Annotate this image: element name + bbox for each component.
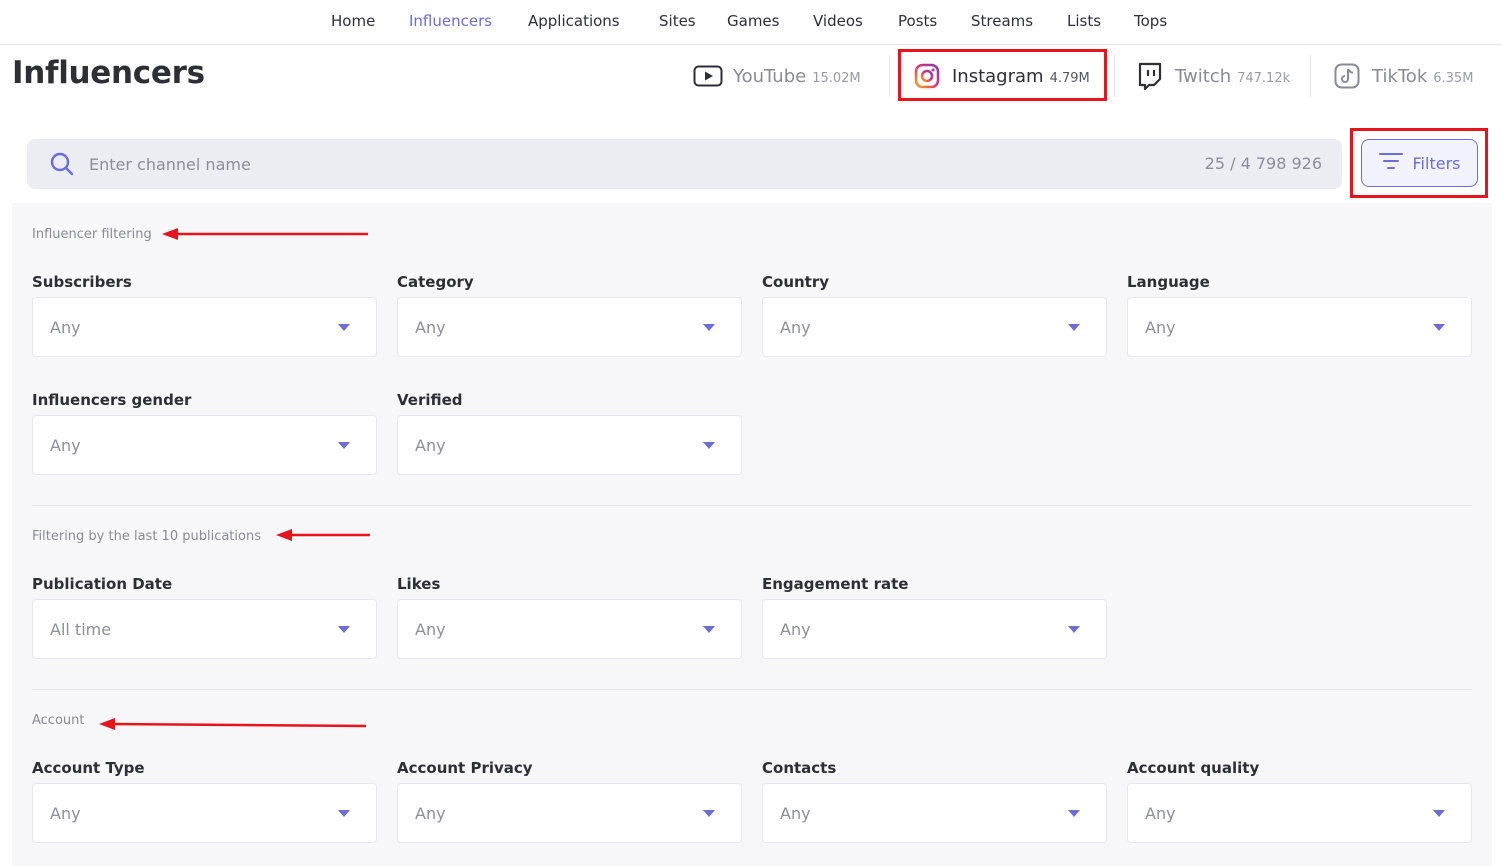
- likes-select[interactable]: Any: [397, 599, 742, 659]
- youtube-icon: [693, 61, 723, 91]
- nav-item-streams[interactable]: Streams: [971, 12, 1033, 30]
- select-value: Any: [415, 318, 446, 337]
- platform-divider: [889, 55, 890, 97]
- language-select[interactable]: Any: [1127, 297, 1472, 357]
- select-value: Any: [1145, 318, 1176, 337]
- nav-item-posts[interactable]: Posts: [898, 12, 937, 30]
- filter-lines-icon: [1378, 152, 1403, 174]
- dropdown-caret-icon: [1068, 810, 1080, 817]
- nav-item-tops[interactable]: Tops: [1134, 12, 1167, 30]
- dropdown-caret-icon: [703, 324, 715, 331]
- select-value: Any: [50, 804, 81, 823]
- select-value: Any: [50, 318, 81, 337]
- channel-search-input[interactable]: [89, 149, 1149, 179]
- nav-item-sites[interactable]: Sites: [659, 12, 696, 30]
- dropdown-caret-icon: [703, 442, 715, 449]
- section-label-publications: Filtering by the last 10 publications: [32, 529, 261, 544]
- platform-divider: [1310, 55, 1311, 97]
- section-label-account: Account: [32, 713, 85, 728]
- engagement-rate-label: Engagement rate: [762, 575, 909, 593]
- platform-divider: [1114, 55, 1115, 97]
- dropdown-caret-icon: [1433, 324, 1445, 331]
- platform-count: 4.79M: [1049, 70, 1090, 86]
- nav-item-home[interactable]: Home: [331, 12, 375, 30]
- gender-label: Influencers gender: [32, 391, 192, 409]
- country-label: Country: [762, 273, 830, 291]
- platform-name: YouTube: [733, 65, 807, 87]
- dropdown-caret-icon: [338, 324, 350, 331]
- dropdown-caret-icon: [338, 626, 350, 633]
- platform-tab-tiktok[interactable]: TikTok 6.35M: [1332, 58, 1473, 94]
- select-value: Any: [415, 436, 446, 455]
- section-divider: [32, 505, 1472, 506]
- dropdown-caret-icon: [703, 626, 715, 633]
- account-privacy-select[interactable]: Any: [397, 783, 742, 843]
- section-label-influencer-filtering: Influencer filtering: [32, 227, 152, 242]
- account-privacy-label: Account Privacy: [397, 759, 533, 777]
- dropdown-caret-icon: [1068, 324, 1080, 331]
- platform-tab-twitch[interactable]: Twitch 747.12k: [1135, 58, 1290, 94]
- engagement-rate-select[interactable]: Any: [762, 599, 1107, 659]
- filters-button[interactable]: Filters: [1361, 139, 1478, 187]
- contacts-label: Contacts: [762, 759, 837, 777]
- account-quality-label: Account quality: [1127, 759, 1260, 777]
- select-value: Any: [1145, 804, 1176, 823]
- filter-panel: 25 / 4 798 926 Filters Influencer filter…: [12, 124, 1492, 866]
- nav-item-games[interactable]: Games: [727, 12, 779, 30]
- category-label: Category: [397, 273, 474, 291]
- select-value: Any: [780, 804, 811, 823]
- page-title: Influencers: [12, 55, 205, 91]
- likes-label: Likes: [397, 575, 441, 593]
- tiktok-icon: [1332, 61, 1362, 91]
- verified-select[interactable]: Any: [397, 415, 742, 475]
- country-select[interactable]: Any: [762, 297, 1107, 357]
- select-value: Any: [415, 620, 446, 639]
- search-bar-strip: 25 / 4 798 926 Filters: [12, 124, 1492, 203]
- account-type-select[interactable]: Any: [32, 783, 377, 843]
- search-box: 25 / 4 798 926: [27, 139, 1342, 189]
- select-value: Any: [780, 620, 811, 639]
- top-navigation: Home Influencers Applications Sites Game…: [0, 0, 1502, 45]
- nav-item-influencers[interactable]: Influencers: [409, 12, 492, 30]
- language-label: Language: [1127, 273, 1210, 291]
- nav-item-videos[interactable]: Videos: [813, 12, 863, 30]
- section-divider: [32, 689, 1472, 690]
- instagram-icon: [912, 61, 942, 91]
- platform-tab-instagram[interactable]: Instagram 4.79M: [912, 58, 1090, 94]
- select-value: Any: [415, 804, 446, 823]
- platform-count: 6.35M: [1433, 70, 1474, 86]
- subscribers-select[interactable]: Any: [32, 297, 377, 357]
- dropdown-caret-icon: [338, 810, 350, 817]
- twitch-icon: [1135, 61, 1165, 91]
- platform-count: 747.12k: [1237, 70, 1291, 86]
- verified-label: Verified: [397, 391, 463, 409]
- publication-date-select[interactable]: All time: [32, 599, 377, 659]
- select-value: All time: [50, 620, 112, 639]
- dropdown-caret-icon: [338, 442, 350, 449]
- account-quality-select[interactable]: Any: [1127, 783, 1472, 843]
- contacts-select[interactable]: Any: [762, 783, 1107, 843]
- dropdown-caret-icon: [703, 810, 715, 817]
- search-icon: [49, 151, 75, 177]
- platform-tab-youtube[interactable]: YouTube 15.02M: [693, 58, 861, 94]
- nav-item-applications[interactable]: Applications: [528, 12, 620, 30]
- platform-name: TikTok: [1372, 65, 1428, 87]
- account-type-label: Account Type: [32, 759, 145, 777]
- platform-name: Twitch: [1175, 65, 1232, 87]
- filters-button-label: Filters: [1412, 153, 1461, 173]
- select-value: Any: [780, 318, 811, 337]
- results-count: 25 / 4 798 926: [1204, 154, 1322, 173]
- select-value: Any: [50, 436, 81, 455]
- platform-count: 15.02M: [812, 70, 861, 86]
- category-select[interactable]: Any: [397, 297, 742, 357]
- platform-name: Instagram: [952, 65, 1044, 87]
- nav-item-lists[interactable]: Lists: [1067, 12, 1101, 30]
- subscribers-label: Subscribers: [32, 273, 132, 291]
- publication-date-label: Publication Date: [32, 575, 173, 593]
- dropdown-caret-icon: [1433, 810, 1445, 817]
- dropdown-caret-icon: [1068, 626, 1080, 633]
- gender-select[interactable]: Any: [32, 415, 377, 475]
